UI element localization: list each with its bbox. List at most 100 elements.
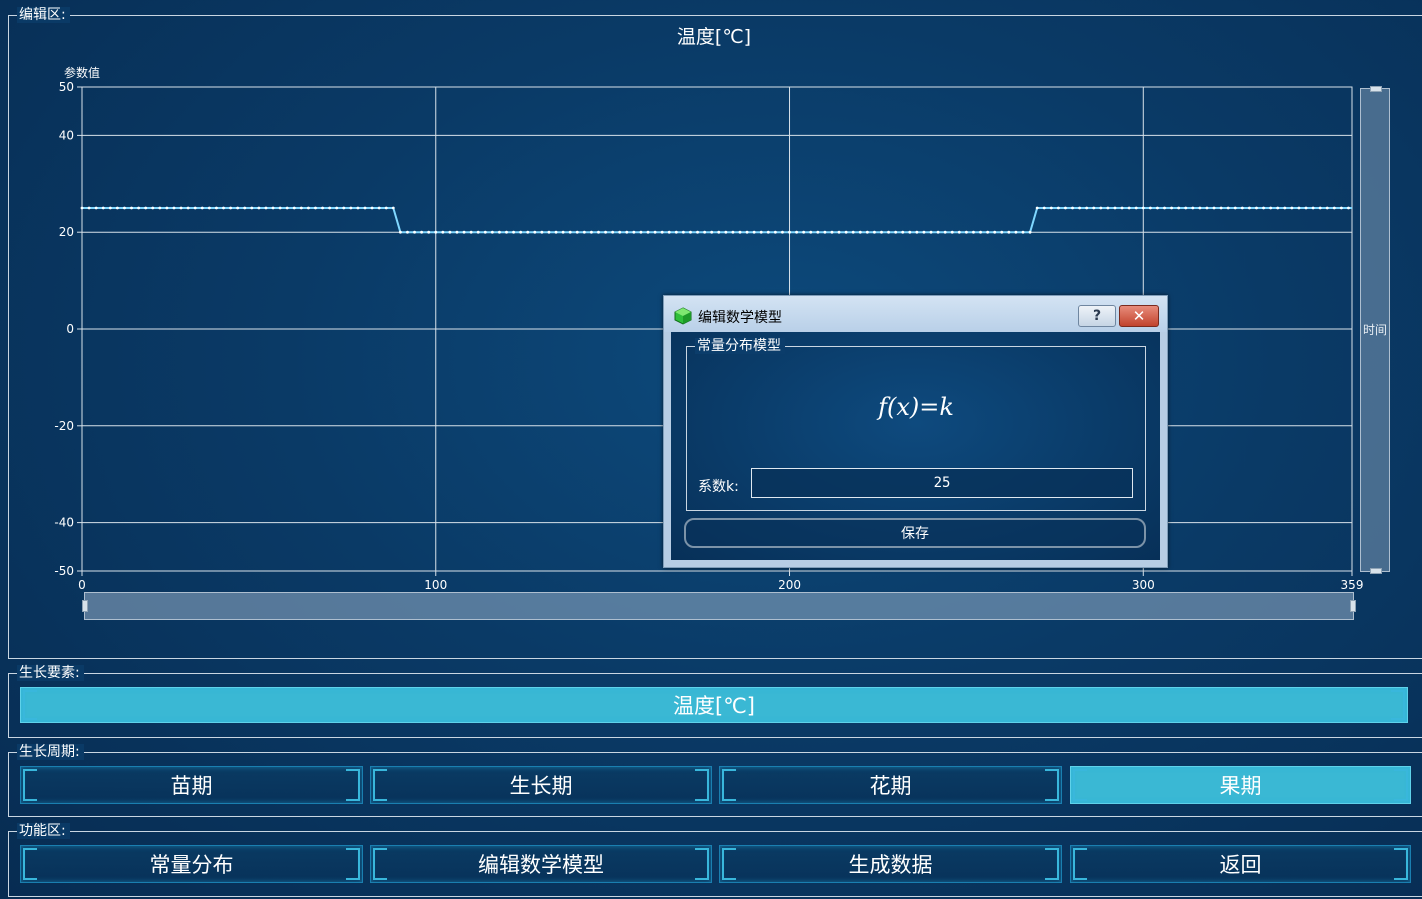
series-point — [441, 230, 445, 234]
series-point — [1014, 230, 1018, 234]
series-point — [321, 206, 324, 210]
series-point — [1219, 206, 1223, 210]
series-point — [823, 230, 827, 234]
y-tick-label: 0 — [66, 322, 74, 336]
series-point — [1184, 206, 1188, 210]
series-point — [887, 230, 890, 234]
series-point — [858, 230, 862, 234]
return-button[interactable]: 返回 — [1070, 845, 1411, 883]
growth-period-title: 生长周期: — [17, 744, 84, 760]
series-point — [512, 230, 515, 234]
range-top-handle[interactable] — [1370, 86, 1382, 92]
x-tick-label: 0 — [78, 578, 86, 592]
series-point — [207, 206, 211, 210]
series-point — [250, 206, 254, 210]
series-point — [618, 230, 622, 234]
series-point — [781, 230, 784, 234]
coefficient-label: 系数k: — [698, 479, 739, 495]
series-point — [1056, 206, 1060, 210]
series-point — [1035, 206, 1039, 210]
series-point — [1339, 206, 1343, 210]
series-line — [82, 207, 1352, 234]
series-point — [1269, 206, 1273, 210]
series-point — [667, 230, 671, 234]
series-point — [710, 230, 714, 234]
series-point — [611, 230, 615, 234]
series-point — [87, 206, 91, 210]
dialog-titlebar[interactable]: 编辑数学模型 ? ✕ — [664, 296, 1167, 332]
fruiting-period-button[interactable]: 果期 — [1070, 766, 1411, 804]
function-area-group: 功能区: 常量分布 编辑数学模型 生成数据 返回 — [8, 823, 1422, 897]
series-point — [278, 206, 282, 210]
series-point — [1099, 206, 1103, 210]
series-point — [498, 230, 501, 234]
series-point — [561, 230, 565, 234]
series-point — [731, 230, 735, 234]
series-point — [349, 206, 353, 210]
series-point — [526, 230, 530, 234]
y-tick-label: -40 — [54, 516, 74, 530]
series-point — [979, 230, 982, 234]
series-point — [469, 230, 473, 234]
range-bottom-handle[interactable] — [1370, 568, 1382, 574]
x-tick-label: 100 — [424, 578, 447, 592]
series-point — [1226, 206, 1230, 210]
series-point — [200, 206, 204, 210]
save-button[interactable]: 保存 — [684, 518, 1146, 548]
series-point — [1304, 206, 1308, 210]
series-point — [80, 206, 84, 210]
series-point — [455, 230, 459, 234]
series-point — [759, 230, 763, 234]
series-point — [901, 230, 905, 234]
series-point — [1156, 206, 1159, 210]
help-button[interactable]: ? — [1078, 305, 1116, 327]
series-point — [773, 230, 777, 234]
close-button[interactable]: ✕ — [1119, 305, 1159, 327]
growth-element-group: 生长要素: 温度[℃] — [8, 665, 1422, 738]
generate-data-button[interactable]: 生成数据 — [719, 845, 1062, 883]
seedling-period-button[interactable]: 苗期 — [20, 766, 363, 804]
vertical-range-scrollbar[interactable]: 时间 — [1360, 86, 1390, 574]
series-point — [413, 230, 416, 234]
series-point — [172, 206, 176, 210]
series-point — [1198, 206, 1202, 210]
function-area-title: 功能区: — [17, 823, 70, 839]
series-point — [894, 230, 898, 234]
growth-period-button[interactable]: 生长期 — [370, 766, 712, 804]
series-point — [696, 230, 699, 234]
series-point — [179, 206, 183, 210]
series-point — [1064, 206, 1067, 210]
series-point — [646, 230, 650, 234]
series-point — [363, 206, 367, 210]
y-tick-label: -20 — [54, 419, 74, 433]
series-point — [957, 230, 961, 234]
coefficient-k-input[interactable] — [751, 468, 1133, 498]
series-point — [660, 230, 664, 234]
edit-math-model-button[interactable]: 编辑数学模型 — [370, 845, 712, 883]
series-point — [427, 230, 431, 234]
series-point — [809, 230, 813, 234]
series-point — [766, 230, 770, 234]
series-point — [653, 230, 657, 234]
series-point — [540, 230, 544, 234]
series-point — [632, 230, 636, 234]
horizontal-range-scrollbar[interactable] — [82, 592, 1356, 620]
series-point — [1120, 206, 1124, 210]
constant-distribution-button[interactable]: 常量分布 — [20, 845, 363, 883]
series-point — [406, 230, 409, 234]
series-point — [271, 206, 275, 210]
series-point — [1078, 206, 1082, 210]
temperature-element-button[interactable]: 温度[℃] — [20, 687, 1408, 723]
series-point — [1297, 206, 1301, 210]
range-end-handle[interactable] — [1350, 600, 1356, 612]
flowering-period-button[interactable]: 花期 — [719, 766, 1062, 804]
series-point — [1325, 206, 1329, 210]
range-start-handle[interactable] — [82, 600, 88, 612]
constant-model-group: 常量分布模型 f(x)=k 系数k: — [686, 338, 1146, 511]
series-point — [1177, 206, 1181, 210]
series-point — [533, 230, 537, 234]
series-point — [1240, 206, 1244, 210]
series-point — [590, 230, 593, 234]
series-point — [186, 206, 190, 210]
series-point — [229, 206, 232, 210]
